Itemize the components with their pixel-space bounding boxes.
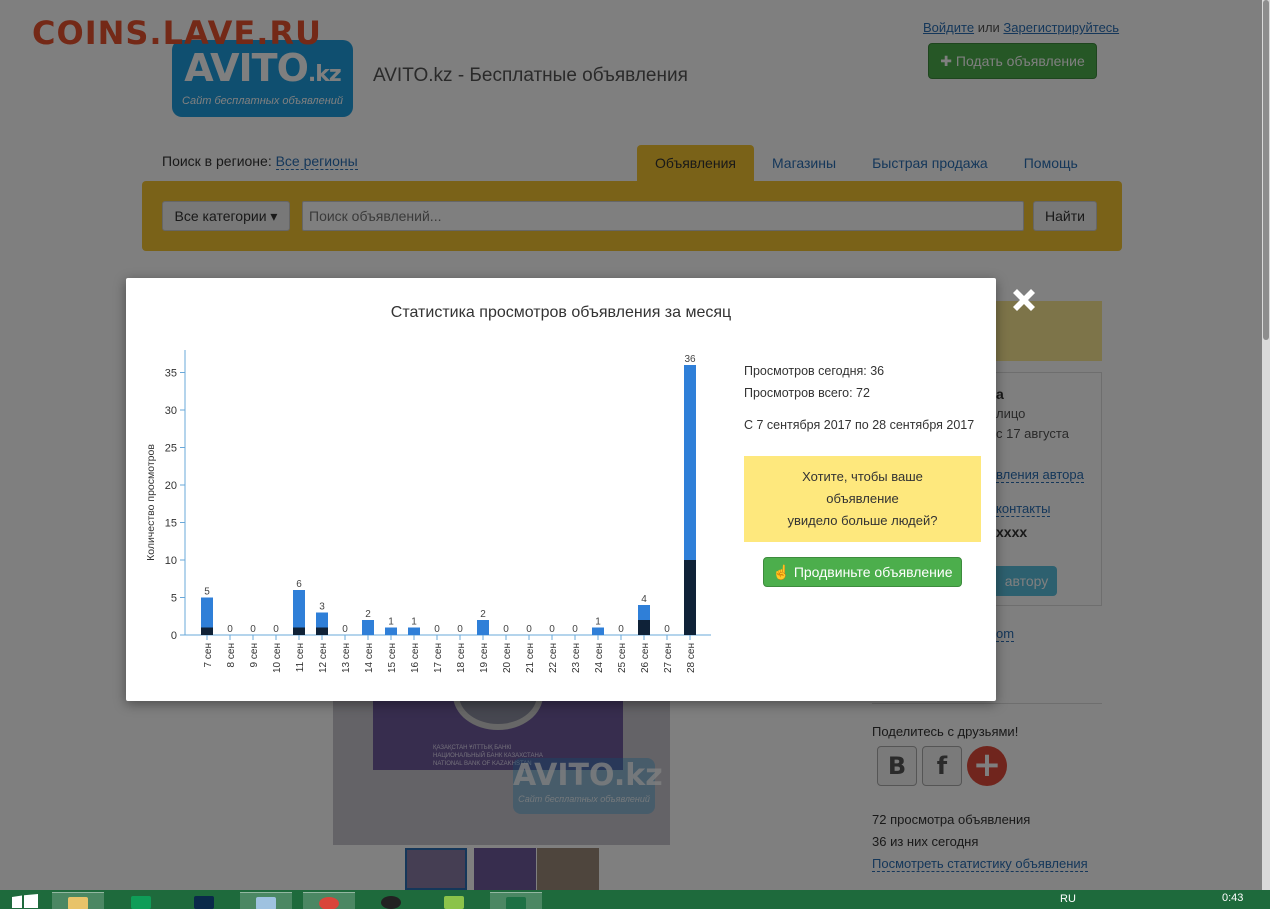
- y-tick-label: 0: [171, 630, 177, 642]
- windows-taskbar: RU 0:43: [0, 890, 1270, 909]
- promote-button[interactable]: ☝ Продвиньте объявление: [763, 557, 962, 587]
- data-label: 0: [250, 624, 256, 635]
- data-label: 0: [664, 624, 670, 635]
- x-tick-label: 23 сен: [571, 643, 582, 673]
- photoshop-icon: [194, 896, 214, 909]
- x-tick-label: 14 сен: [364, 643, 375, 673]
- x-tick-label: 9 сен: [249, 643, 260, 667]
- data-label: 4: [641, 594, 647, 605]
- data-label: 1: [411, 617, 417, 628]
- promo-line: Хотите, чтобы ваше: [802, 469, 923, 484]
- y-tick-label: 30: [165, 405, 177, 417]
- y-tick-label: 15: [165, 518, 177, 530]
- bar-segment-today: [638, 620, 650, 635]
- data-label: 0: [434, 624, 440, 635]
- data-label: 2: [480, 609, 486, 620]
- data-label: 0: [503, 624, 509, 635]
- x-tick-label: 21 сен: [525, 643, 536, 673]
- store-icon: [131, 896, 151, 909]
- camera-icon: [381, 896, 401, 909]
- data-label: 0: [526, 624, 532, 635]
- y-tick-label: 10: [165, 555, 177, 567]
- x-tick-label: 19 сен: [479, 643, 490, 673]
- data-label: 0: [618, 624, 624, 635]
- window-taskbar-button[interactable]: [240, 892, 292, 909]
- y-tick-label: 5: [171, 593, 177, 605]
- data-label: 2: [365, 609, 371, 620]
- close-icon[interactable]: [1008, 284, 1040, 316]
- photoshop-taskbar-button[interactable]: [178, 892, 230, 909]
- bar: [592, 627, 604, 635]
- bar-segment-today: [201, 627, 213, 635]
- y-tick-label: 25: [165, 443, 177, 455]
- data-label: 0: [572, 624, 578, 635]
- chrome-icon: [319, 897, 339, 909]
- scrollbar-thumb[interactable]: [1263, 0, 1269, 340]
- x-tick-label: 22 сен: [548, 643, 559, 673]
- excel-taskbar-button[interactable]: [490, 892, 542, 909]
- promo-line: объявление: [826, 491, 899, 506]
- x-tick-label: 25 сен: [617, 643, 628, 673]
- window-icon: [256, 897, 276, 909]
- x-tick-label: 26 сен: [640, 643, 651, 673]
- x-tick-label: 28 сен: [686, 643, 697, 673]
- y-tick-label: 35: [165, 368, 177, 380]
- views-today-text: Просмотров сегодня: 36: [744, 364, 885, 378]
- x-tick-label: 10 сен: [272, 643, 283, 673]
- data-label: 36: [684, 354, 696, 365]
- x-tick-label: 20 сен: [502, 643, 513, 673]
- data-label: 0: [273, 624, 279, 635]
- modal-title: Статистика просмотров объявления за меся…: [390, 304, 732, 321]
- x-tick-label: 11 сен: [295, 643, 306, 672]
- x-tick-label: 15 сен: [387, 643, 398, 673]
- x-tick-label: 16 сен: [410, 643, 421, 673]
- views-bar-chart: 05101520253035Количество просмотров57 се…: [145, 350, 711, 673]
- bar: [477, 620, 489, 635]
- data-label: 0: [549, 624, 555, 635]
- explorer-taskbar-button[interactable]: [52, 892, 104, 909]
- views-total-text: Просмотров всего: 72: [744, 386, 870, 400]
- excel-icon: [506, 897, 526, 909]
- data-label: 0: [342, 624, 348, 635]
- camera-taskbar-button[interactable]: [365, 892, 417, 909]
- store-taskbar-button[interactable]: [115, 892, 167, 909]
- windows-start-icon[interactable]: [10, 894, 40, 909]
- data-label: 5: [204, 587, 210, 598]
- data-label: 6: [296, 579, 302, 590]
- page-scrollbar[interactable]: [1262, 0, 1270, 890]
- folder-icon: [68, 897, 88, 909]
- x-tick-label: 8 сен: [226, 643, 237, 667]
- promo-box: Хотите, чтобы ваше объявление увидело бо…: [744, 456, 981, 542]
- hand-pointer-icon: ☝: [772, 564, 790, 580]
- x-tick-label: 7 сен: [203, 643, 214, 667]
- bar: [385, 627, 397, 635]
- stats-modal: Статистика просмотров объявления за меся…: [126, 278, 996, 701]
- language-indicator[interactable]: RU: [1060, 893, 1076, 905]
- chrome-taskbar-button[interactable]: [303, 892, 355, 909]
- bar-segment-today: [316, 627, 328, 635]
- x-tick-label: 17 сен: [433, 643, 444, 673]
- data-label: 1: [595, 617, 601, 628]
- y-axis-label: Количество просмотров: [145, 444, 157, 561]
- data-label: 0: [457, 624, 463, 635]
- x-tick-label: 12 сен: [318, 643, 329, 673]
- app-icon: [444, 896, 464, 909]
- data-label: 3: [319, 602, 325, 613]
- bar-segment-today: [684, 560, 696, 635]
- x-tick-label: 27 сен: [663, 643, 674, 673]
- data-label: 0: [227, 624, 233, 635]
- bar-segment-today: [293, 627, 305, 635]
- bar: [408, 627, 420, 635]
- period-text: С 7 сентября 2017 по 28 сентября 2017: [744, 418, 975, 432]
- app-taskbar-button[interactable]: [428, 892, 480, 909]
- x-tick-label: 18 сен: [456, 643, 467, 673]
- bar: [362, 620, 374, 635]
- clock[interactable]: 0:43: [1222, 892, 1243, 904]
- data-label: 1: [388, 617, 394, 628]
- promo-line: увидело больше людей?: [787, 513, 938, 528]
- x-tick-label: 24 сен: [594, 643, 605, 673]
- y-tick-label: 20: [165, 480, 177, 492]
- x-tick-label: 13 сен: [341, 643, 352, 673]
